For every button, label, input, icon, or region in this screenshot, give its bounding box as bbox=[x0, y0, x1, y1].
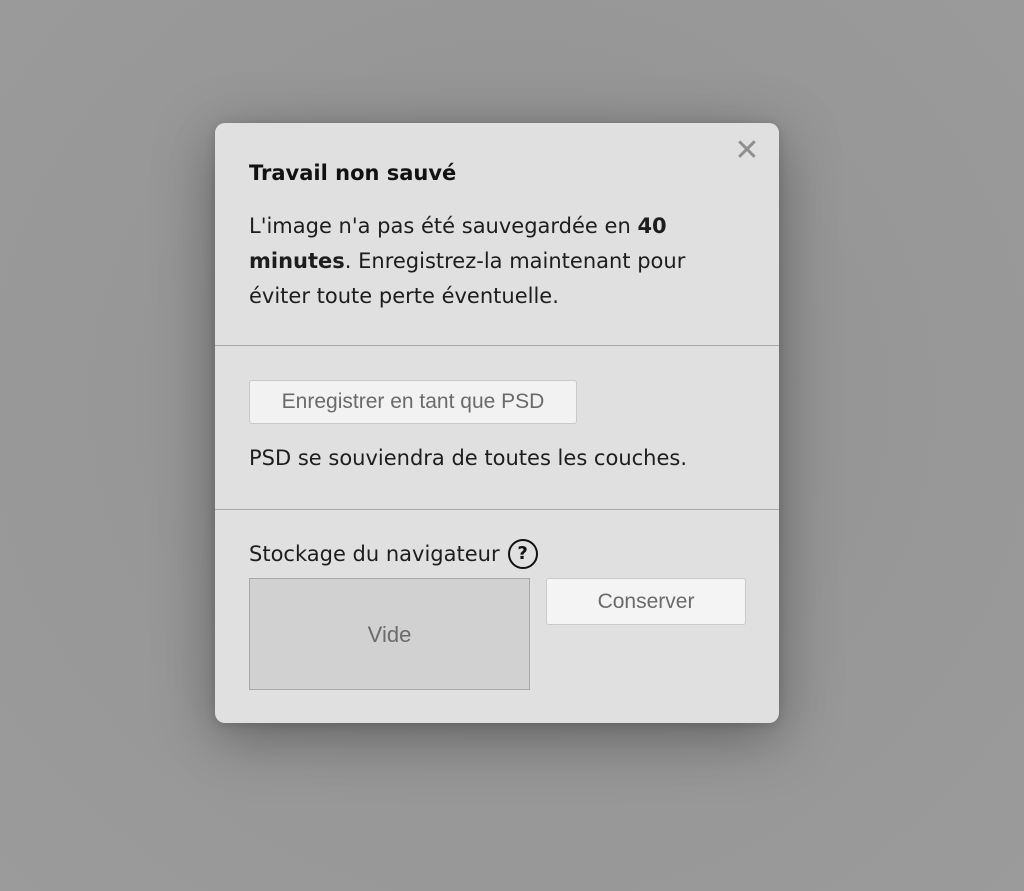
keep-button[interactable]: Conserver bbox=[546, 578, 746, 625]
dialog-title: Travail non sauvé bbox=[249, 161, 457, 185]
browser-storage-label-text: Stockage du navigateur bbox=[249, 542, 500, 566]
divider bbox=[215, 509, 779, 510]
browser-storage-label: Stockage du navigateur ? bbox=[249, 539, 538, 569]
unsaved-work-dialog: ✕ Travail non sauvé L'image n'a pas été … bbox=[215, 123, 779, 723]
divider bbox=[215, 345, 779, 346]
dialog-message: L'image n'a pas été sauvegardée en 40 mi… bbox=[249, 209, 739, 314]
psd-note: PSD se souviendra de toutes les couches. bbox=[249, 446, 688, 470]
help-icon[interactable]: ? bbox=[507, 539, 538, 569]
dialog-header-section: Travail non sauvé L'image n'a pas été sa… bbox=[215, 123, 779, 345]
message-text-start: L'image n'a pas été sauvegardée en bbox=[249, 214, 638, 238]
browser-storage-slot[interactable]: Vide bbox=[249, 578, 530, 690]
save-as-psd-button[interactable]: Enregistrer en tant que PSD bbox=[249, 380, 577, 424]
